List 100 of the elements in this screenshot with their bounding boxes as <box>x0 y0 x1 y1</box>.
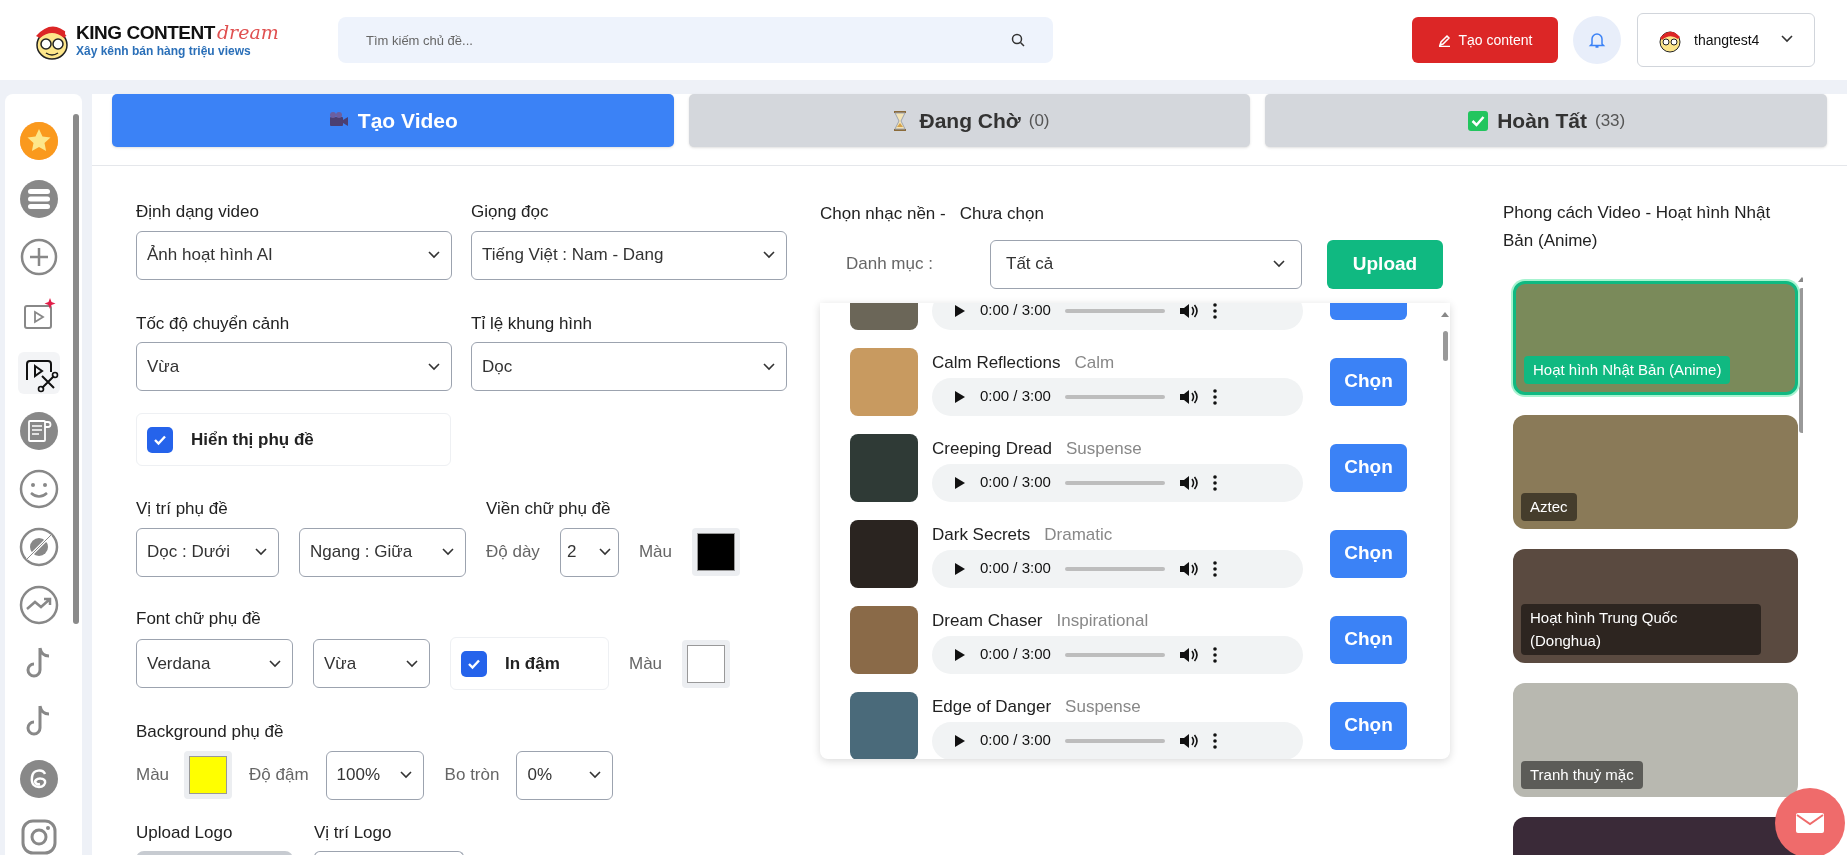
transition-speed-select[interactable]: Vừa <box>136 342 452 391</box>
audio-player[interactable]: 0:00 / 3:00 <box>932 721 1303 759</box>
choose-button[interactable]: Chọn <box>1330 701 1407 750</box>
field-label: Màu <box>136 764 170 787</box>
field-label: Vị trí Logo <box>314 821 393 844</box>
audio-player[interactable]: 0:00 / 3:00 <box>932 377 1303 416</box>
play-icon <box>954 389 966 404</box>
trend-chart-icon <box>18 584 60 626</box>
field-label: Background phụ đề <box>136 721 285 743</box>
audio-player[interactable]: 0:00 / 3:00 <box>932 302 1303 330</box>
progress-track[interactable] <box>1064 566 1165 571</box>
track-title: Dream Chaser <box>932 610 1043 632</box>
track-genre: Suspense <box>1066 438 1142 460</box>
smiley-icon <box>18 468 60 510</box>
choose-button[interactable]: Chọn <box>1330 443 1407 492</box>
music-title: Chọn nhạc nền - <box>820 203 946 225</box>
track-genre: Suspense <box>1065 696 1141 718</box>
voice-select[interactable]: Tiếng Việt : Nam - Dang <box>471 230 787 280</box>
checkbox[interactable] <box>461 650 487 677</box>
audio-player[interactable]: 0:00 / 3:00 <box>932 635 1303 674</box>
font-size-select[interactable]: Vừa <box>313 639 430 688</box>
search-icon <box>1011 33 1025 47</box>
category-select[interactable]: Tất cả <box>990 239 1302 289</box>
field-label: Tốc độ chuyển cảnh <box>136 312 291 335</box>
scrollbar-thumb[interactable] <box>73 114 79 624</box>
bold-checkbox[interactable]: In đậm <box>450 637 609 690</box>
tab[interactable]: Tạo Video <box>112 94 674 147</box>
field-label: Giọng đọc <box>471 201 550 223</box>
scrollbar-thumb[interactable] <box>1442 330 1448 361</box>
logo-tagline: Xây kênh bán hàng triệu views <box>76 45 252 57</box>
track-title: Calm Reflections <box>932 352 1061 374</box>
checkbox[interactable] <box>147 426 173 453</box>
play-icon <box>954 475 966 490</box>
video-format-select[interactable]: Ảnh hoạt hình AI <box>136 230 452 280</box>
search-field[interactable]: Tìm kiếm chủ đề... <box>338 17 1053 63</box>
choose-button[interactable]: Chọn <box>1330 615 1407 664</box>
threads-icon <box>18 758 60 800</box>
pencil-icon <box>1437 33 1451 47</box>
track-genre: Calm <box>1074 352 1115 374</box>
notifications-button[interactable] <box>1573 16 1621 64</box>
font-select[interactable]: Verdana <box>136 639 293 688</box>
vertical-position-select[interactable]: Dọc : Dưới <box>136 527 279 577</box>
outline-thickness-select[interactable]: 2 <box>559 527 619 577</box>
volume-icon <box>1178 474 1199 491</box>
checkmark-icon <box>1467 109 1490 132</box>
mail-icon <box>1795 812 1825 834</box>
audio-player[interactable]: 0:00 / 3:00 <box>932 463 1303 502</box>
volume-icon <box>1178 302 1199 319</box>
music-status: Chưa chọn <box>959 203 1044 225</box>
user-menu[interactable]: thangtest4 <box>1637 13 1815 67</box>
horizontal-position-select[interactable]: Ngang : Giữa <box>299 527 466 577</box>
sidebar-item[interactable] <box>18 352 60 394</box>
track-genre: Inspirational <box>1056 610 1149 632</box>
progress-track[interactable] <box>1064 652 1165 657</box>
star-icon <box>18 120 60 162</box>
more-options-icon <box>1212 560 1217 577</box>
audio-player[interactable]: 0:00 / 3:00 <box>932 549 1303 588</box>
more-options-icon <box>1212 646 1217 663</box>
show-subtitles-checkbox[interactable]: Hiển thị phụ đề <box>136 413 451 466</box>
bell-icon <box>1588 31 1606 49</box>
photo-placeholder <box>850 519 918 588</box>
progress-track[interactable] <box>1064 394 1165 399</box>
field-label: Màu <box>638 541 672 564</box>
progress-track[interactable] <box>1064 480 1165 485</box>
play-icon <box>954 303 966 318</box>
play-icon <box>954 733 966 748</box>
tab[interactable]: Đang Chờ (0) <box>688 94 1251 147</box>
play-icon <box>954 647 966 662</box>
track-title: Creeping Dread <box>932 438 1052 460</box>
scroll-up-icon <box>1441 310 1449 317</box>
progress-track[interactable] <box>1064 738 1165 743</box>
volume-icon <box>1178 388 1199 405</box>
choose-button[interactable]: Chọn <box>1330 357 1407 406</box>
track-title: Edge of Danger <box>932 696 1052 718</box>
track-title: Dark Secrets <box>932 524 1031 546</box>
field-label: Bo tròn <box>444 764 500 787</box>
field-label: Upload Logo <box>136 821 234 844</box>
aspect-ratio-select[interactable]: Dọc <box>471 342 787 391</box>
field-label: Định dạng video <box>136 201 260 223</box>
opacity-select[interactable]: 100% <box>325 750 424 800</box>
progress-track[interactable] <box>1064 308 1165 313</box>
more-options-icon <box>1212 732 1217 749</box>
more-options-icon <box>1212 302 1217 319</box>
style-card[interactable]: Aztec <box>1513 415 1798 529</box>
more-options-icon <box>1212 388 1217 405</box>
track-genre: Dramatic <box>1044 524 1113 546</box>
field-label: Vị trí phụ đề <box>136 498 229 520</box>
field-label: Màu <box>629 652 663 675</box>
tab[interactable]: Hoàn Tất (33) <box>1265 94 1827 147</box>
list-icon <box>18 178 60 220</box>
choose-button[interactable]: Chọn <box>1330 529 1407 578</box>
style-card[interactable]: Hoạt hình Trung Quốc (Donghua) <box>1513 549 1798 663</box>
field-label: Độ đậm <box>249 764 309 787</box>
style-card[interactable]: Tranh thuỷ mặc <box>1513 683 1798 797</box>
more-options-icon <box>1212 474 1217 491</box>
corner-radius-select[interactable]: 0% <box>516 750 614 800</box>
logo-title: KING CONTENT <box>76 23 215 42</box>
create-content-button[interactable]: Tạo content <box>1412 17 1558 63</box>
volume-icon <box>1178 732 1199 749</box>
photo-placeholder <box>850 347 918 416</box>
